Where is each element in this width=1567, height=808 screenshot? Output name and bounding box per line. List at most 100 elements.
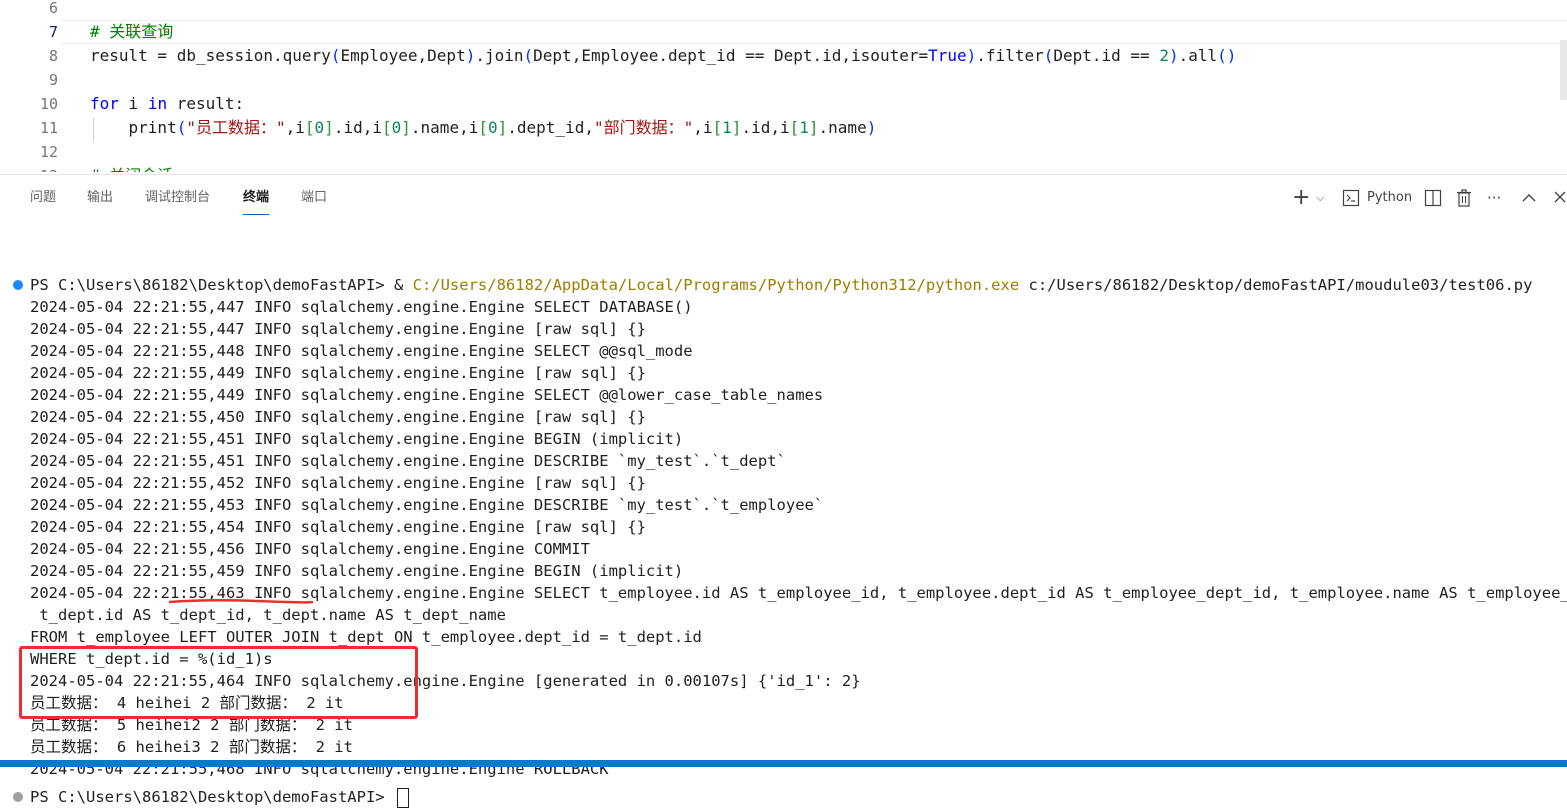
code-token: [ xyxy=(478,118,488,137)
terminal-shell-label[interactable]: Python xyxy=(1367,187,1412,209)
code-line[interactable]: 9 xyxy=(0,68,1567,92)
line-number: 9 xyxy=(48,71,58,89)
command-success-dot[interactable] xyxy=(13,280,23,290)
script-path[interactable]: c:/Users/86182/Desktop/demoFastAPI/moudu… xyxy=(1019,276,1533,294)
code-text[interactable]: for i in result: xyxy=(90,92,244,116)
terminal-line: 2024-05-04 22:21:55,448 INFO sqlalchemy.… xyxy=(30,342,693,360)
tab-terminal[interactable]: 终端 xyxy=(243,187,270,215)
terminal-line: FROM t_employee LEFT OUTER JOIN t_dept O… xyxy=(30,628,702,646)
new-terminal-button[interactable]: + xyxy=(1292,187,1310,209)
command-pending-dot[interactable] xyxy=(13,792,23,802)
code-token: "员工数据：" xyxy=(186,118,286,137)
code-token: 1 xyxy=(722,118,732,137)
prompt-prefix: PS C:\Users\86182\Desktop\demoFastAPI> & xyxy=(30,276,413,294)
code-token: ( xyxy=(1043,46,1054,65)
trash-icon[interactable] xyxy=(1455,187,1473,209)
terminal-line: 2024-05-04 22:21:55,452 INFO sqlalchemy.… xyxy=(30,474,646,492)
code-token: ] xyxy=(808,118,819,137)
split-terminal-icon[interactable] xyxy=(1424,187,1442,209)
code-token: ) xyxy=(465,46,476,65)
code-token: for xyxy=(90,94,119,113)
code-token: .join xyxy=(475,46,524,65)
code-text[interactable]: print("员工数据：",i[0].id,i[0].name,i[0].dep… xyxy=(90,116,877,140)
terminal-line: 2024-05-04 22:21:55,454 INFO sqlalchemy.… xyxy=(30,518,646,536)
code-token: print xyxy=(90,118,177,137)
code-line[interactable]: 7 # 关联查询 xyxy=(0,20,1567,44)
code-token: ) xyxy=(966,46,977,65)
code-token: .id,i xyxy=(333,118,382,137)
code-token: 0 xyxy=(487,118,498,137)
code-line[interactable]: 12 xyxy=(0,140,1567,164)
code-token: "部门数据：" xyxy=(593,118,694,137)
code-line[interactable]: 13 # 关闭会话 xyxy=(0,164,1567,172)
code-token: ] xyxy=(497,118,508,137)
terminal-line: 员工数据： 6 heihei3 2 部门数据： 2 it xyxy=(30,738,353,756)
terminal-line: 2024-05-04 22:21:55,459 INFO sqlalchemy.… xyxy=(30,562,684,580)
code-token: # 关联查询 xyxy=(90,22,174,41)
code-line[interactable]: 10 for i in result: xyxy=(0,92,1567,116)
terminal-line: 2024-05-04 22:21:55,449 INFO sqlalchemy.… xyxy=(30,386,824,404)
terminal-cursor xyxy=(396,787,409,808)
line-number: 13 xyxy=(0,164,58,172)
code-token: i xyxy=(118,94,148,113)
code-token: Dept.id == xyxy=(1053,46,1160,65)
code-line[interactable]: 8 result = db_session.query ( Employee,Dept… xyxy=(0,44,1567,68)
code-token: ( xyxy=(176,118,187,137)
code-token: 1 xyxy=(799,118,809,137)
tab-output[interactable]: 输出 xyxy=(87,187,113,209)
terminal-line: 2024-05-04 22:21:55,449 INFO sqlalchemy.… xyxy=(30,364,646,382)
code-token: result = db_session.query xyxy=(90,46,331,65)
tab-debug-console[interactable]: 调试控制台 xyxy=(145,187,210,209)
code-token: ] xyxy=(324,118,334,137)
line-number: 6 xyxy=(48,0,58,17)
code-token: .all xyxy=(1178,46,1218,65)
line-number: 12 xyxy=(39,143,58,161)
code-editor[interactable]: 6 7 # 关联查询 8 result = db_session.query ( Emplo… xyxy=(0,0,1567,172)
close-panel-icon[interactable] xyxy=(1553,187,1567,209)
code-token: .name,i xyxy=(410,118,479,137)
tab-problems[interactable]: 问题 xyxy=(30,187,56,209)
code-token: True xyxy=(928,46,967,65)
terminal-line: 2024-05-04 22:21:55,451 INFO sqlalchemy.… xyxy=(30,452,786,470)
terminal-line: 2024-05-04 22:21:55,447 INFO sqlalchemy.… xyxy=(30,298,693,316)
code-token: Employee,Dept xyxy=(340,46,466,65)
code-token: 0 xyxy=(314,118,325,137)
code-token: ] xyxy=(401,118,411,137)
terminal-line: 2024-05-04 22:21:55,453 INFO sqlalchemy.… xyxy=(30,496,824,514)
chevron-down-icon[interactable]: ⌵ xyxy=(1316,187,1324,209)
indent-guide xyxy=(93,118,94,142)
code-token: [ xyxy=(789,118,800,137)
final-prompt-text: PS C:\Users\86182\Desktop\demoFastAPI> xyxy=(30,788,394,806)
code-token: [ xyxy=(304,118,315,137)
code-line[interactable]: 6 xyxy=(0,0,1567,20)
python-exe-path[interactable]: C:/Users/86182/AppData/Local/Programs/Py… xyxy=(413,276,1020,294)
code-token: 0 xyxy=(391,118,402,137)
code-text[interactable]: # 关联查询 xyxy=(90,20,173,44)
code-token: ,i xyxy=(285,118,305,137)
code-text[interactable]: # 关闭会话 xyxy=(90,164,173,172)
code-token: result: xyxy=(167,94,245,113)
code-line[interactable]: 11 print("员工数据：",i[0].id,i[0].name,i[0].… xyxy=(0,116,1567,140)
more-actions-icon[interactable]: ··· xyxy=(1487,187,1501,209)
code-text[interactable]: result = db_session.query ( Employee,Dept)… xyxy=(90,44,1236,68)
panel-tabs: 问题 输出 调试控制台 终端 端口 + ⌵ Python ··· xyxy=(0,175,1567,221)
tab-ports[interactable]: 端口 xyxy=(301,187,327,209)
line-number: 8 xyxy=(48,47,58,65)
maximize-panel-icon[interactable] xyxy=(1521,187,1537,209)
code-token: .id,i xyxy=(741,118,790,137)
terminal-line: t_dept.id AS t_dept_id, t_dept.name AS t… xyxy=(30,606,506,624)
line-number: 11 xyxy=(39,119,58,137)
annotation-red-box xyxy=(19,646,418,719)
line-number: 10 xyxy=(39,95,58,113)
terminal-final-prompt: PS C:\Users\86182\Desktop\demoFastAPI> xyxy=(30,786,409,808)
terminal-shell-icon[interactable] xyxy=(1342,187,1360,209)
code-token: ] xyxy=(731,118,742,137)
terminal-line: 2024-05-04 22:21:55,456 INFO sqlalchemy.… xyxy=(30,540,590,558)
code-token: .name xyxy=(818,118,867,137)
terminal-command-line: PS C:\Users\86182\Desktop\demoFastAPI> &… xyxy=(30,274,1532,296)
terminal-line: 2024-05-04 22:21:55,450 INFO sqlalchemy.… xyxy=(30,408,646,426)
code-token: [ xyxy=(381,118,392,137)
status-bar xyxy=(0,760,1567,767)
code-token: ) xyxy=(1168,46,1179,65)
editor-scrollbar[interactable] xyxy=(1560,40,1567,100)
